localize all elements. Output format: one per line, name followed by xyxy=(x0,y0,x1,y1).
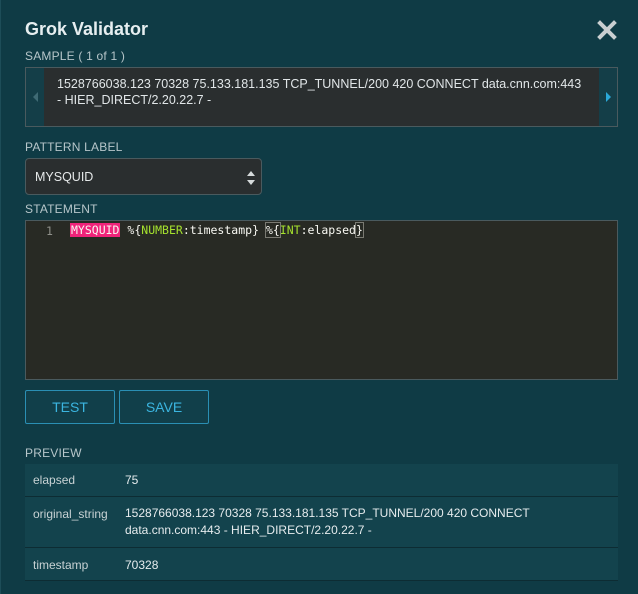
keyword-token: NUMBER xyxy=(141,223,183,237)
preview-key: timestamp xyxy=(33,558,89,572)
open-token: %{ xyxy=(264,222,281,238)
field-token: :elapsed xyxy=(300,223,356,237)
chevron-right-icon xyxy=(605,92,611,102)
table-row: original_string 1528766038.123 70328 75.… xyxy=(25,497,618,548)
pattern-label-value: MYSQUID xyxy=(35,170,94,184)
preview-value: 1528766038.123 70328 75.133.181.135 TCP_… xyxy=(125,506,530,537)
preview-value: 75 xyxy=(125,473,139,487)
statement-label: STATEMENT xyxy=(25,202,98,216)
select-arrows-icon xyxy=(247,171,255,185)
preview-label: PREVIEW xyxy=(25,446,82,460)
close-token: } xyxy=(354,222,364,238)
pattern-label-select[interactable]: MYSQUID xyxy=(25,158,262,195)
line-number: 1 xyxy=(46,224,53,238)
open-token: %{ xyxy=(127,223,142,237)
dialog-title: Grok Validator xyxy=(25,19,149,39)
preview-key: original_string xyxy=(33,507,108,521)
code-line: MYSQUID %{NUMBER:timestamp} %{INT:elapse… xyxy=(70,222,364,238)
sample-label: SAMPLE ( 1 of 1 ) xyxy=(25,49,126,63)
sample-viewer: 1528766038.123 70328 75.133.181.135 TCP_… xyxy=(25,67,618,127)
close-icon[interactable] xyxy=(597,20,617,40)
sample-text: 1528766038.123 70328 75.133.181.135 TCP_… xyxy=(57,77,582,107)
grok-validator-dialog: Grok Validator SAMPLE ( 1 of 1 ) 1528766… xyxy=(0,0,638,594)
sample-next-button[interactable] xyxy=(599,68,617,126)
save-button[interactable]: SAVE xyxy=(119,390,209,424)
table-row: elapsed 75 xyxy=(25,464,618,497)
statement-editor[interactable]: 1 MYSQUID %{NUMBER:timestamp} %{INT:elap… xyxy=(25,220,618,380)
chevron-left-icon xyxy=(32,92,38,102)
keyword-token: INT xyxy=(279,223,301,237)
preview-key: elapsed xyxy=(33,473,76,487)
table-row: timestamp 70328 xyxy=(25,548,618,581)
field-token: :timestamp xyxy=(182,223,253,237)
preview-table: elapsed 75 original_string 1528766038.12… xyxy=(25,464,618,581)
sample-prev-button[interactable] xyxy=(26,68,44,126)
text-cursor xyxy=(362,223,364,236)
preview-value: 70328 xyxy=(125,558,159,572)
pattern-label: PATTERN LABEL xyxy=(25,140,123,154)
close-token: } xyxy=(252,223,259,237)
pattern-name-token: MYSQUID xyxy=(70,223,121,237)
test-button[interactable]: TEST xyxy=(25,390,115,424)
